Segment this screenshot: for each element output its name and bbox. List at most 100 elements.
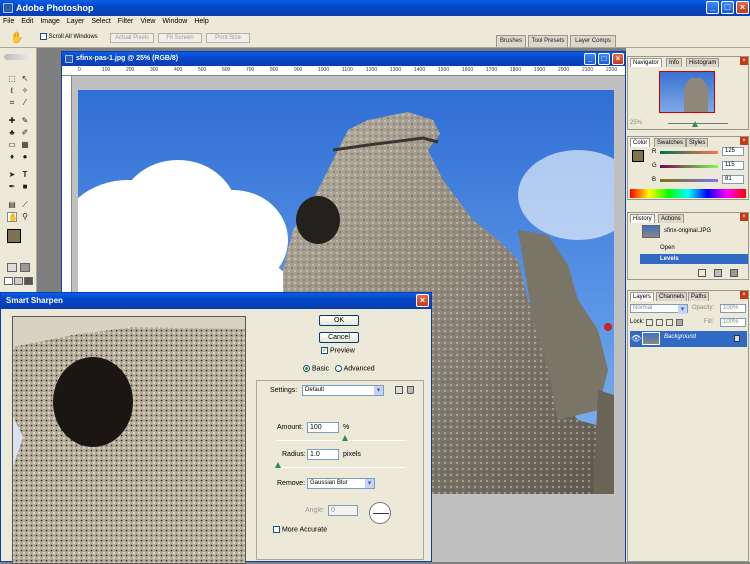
delete-settings-icon[interactable] bbox=[407, 386, 414, 394]
preview-pane[interactable] bbox=[12, 316, 246, 564]
history-item-open[interactable]: Open bbox=[640, 243, 748, 253]
path-selection-tool-icon[interactable]: ➤ bbox=[7, 170, 17, 180]
advanced-radio[interactable]: Advanced bbox=[335, 365, 375, 372]
color-r-field[interactable]: 125 bbox=[722, 147, 744, 156]
menu-view[interactable]: View bbox=[140, 18, 155, 25]
color-b-slider[interactable] bbox=[660, 179, 718, 182]
ok-button[interactable]: OK bbox=[319, 315, 359, 326]
doc-close-button[interactable]: × bbox=[612, 53, 624, 65]
history-snapshot[interactable]: sfinx-original.JPG bbox=[664, 226, 711, 236]
slice-tool-icon[interactable]: ⁄ bbox=[20, 98, 30, 108]
opacity-field[interactable]: 100% bbox=[720, 304, 746, 313]
angle-field[interactable]: 0 bbox=[328, 505, 358, 516]
lock-all-icon[interactable] bbox=[676, 319, 683, 326]
tab-color[interactable]: Color bbox=[630, 138, 651, 147]
tab-navigator[interactable]: Navigator bbox=[630, 58, 662, 67]
menu-help[interactable]: Help bbox=[194, 18, 208, 25]
radius-slider[interactable] bbox=[277, 467, 405, 468]
print-size-button[interactable]: Print Size bbox=[206, 33, 250, 43]
ws-tab-layer-comps[interactable]: Layer Comps bbox=[570, 35, 616, 47]
amount-field[interactable]: 100 bbox=[307, 422, 339, 433]
zoom-tool-icon[interactable]: ⚲ bbox=[20, 212, 30, 222]
screen-mode-standard-icon[interactable] bbox=[4, 277, 13, 285]
tab-channels[interactable]: Channels bbox=[656, 292, 688, 301]
hand-tool-icon[interactable]: ✋ bbox=[7, 212, 18, 222]
maximize-button[interactable]: □ bbox=[721, 1, 734, 14]
navigator-zoom[interactable]: 25% bbox=[630, 120, 642, 126]
dodge-tool-icon[interactable]: ● bbox=[20, 152, 30, 162]
color-g-slider[interactable] bbox=[660, 165, 718, 168]
tab-styles[interactable]: Styles bbox=[686, 138, 709, 147]
lasso-tool-icon[interactable]: ℓ bbox=[7, 86, 17, 96]
menu-layer[interactable]: Layer bbox=[67, 18, 85, 25]
tab-paths[interactable]: Paths bbox=[688, 292, 710, 301]
hand-tool-icon[interactable]: ✋ bbox=[10, 31, 24, 44]
lock-image-icon[interactable] bbox=[656, 319, 663, 326]
type-tool-icon[interactable]: T bbox=[20, 170, 30, 180]
dialog-close-button[interactable]: × bbox=[416, 294, 429, 307]
fit-screen-button[interactable]: Fit Screen bbox=[158, 33, 202, 43]
color-fg-swatch[interactable] bbox=[632, 150, 644, 162]
quick-mask-icon[interactable] bbox=[7, 263, 17, 272]
menu-edit[interactable]: Edit bbox=[21, 18, 33, 25]
actual-pixels-button[interactable]: Actual Pixels bbox=[110, 33, 154, 43]
menu-file[interactable]: File bbox=[3, 18, 14, 25]
eraser-tool-icon[interactable]: ▭ bbox=[7, 140, 17, 150]
quick-mask-on-icon[interactable] bbox=[20, 263, 30, 272]
radius-field[interactable]: 1.0 bbox=[307, 449, 339, 460]
angle-dial[interactable] bbox=[369, 502, 391, 524]
radius-slider-thumb[interactable] bbox=[275, 462, 281, 468]
minimize-button[interactable]: _ bbox=[706, 1, 719, 14]
clone-stamp-tool-icon[interactable]: ♣ bbox=[7, 128, 17, 138]
shape-tool-icon[interactable]: ■ bbox=[20, 182, 30, 192]
brush-tool-icon[interactable]: ✎ bbox=[20, 116, 30, 126]
history-item-levels[interactable]: Levels bbox=[640, 254, 748, 264]
preview-checkbox[interactable]: ✓ Preview bbox=[321, 347, 355, 354]
history-brush-tool-icon[interactable]: ✐ bbox=[20, 128, 30, 138]
navigator-close-icon[interactable]: × bbox=[740, 57, 748, 65]
history-trash-icon[interactable] bbox=[730, 269, 738, 277]
pen-tool-icon[interactable]: ✒ bbox=[7, 182, 17, 192]
blur-tool-icon[interactable]: ♦ bbox=[7, 152, 17, 162]
color-g-field[interactable]: 115 bbox=[722, 161, 744, 170]
fill-field[interactable]: 100% bbox=[720, 318, 746, 327]
lock-position-icon[interactable] bbox=[666, 319, 673, 326]
menu-window[interactable]: Window bbox=[162, 18, 187, 25]
close-button[interactable]: × bbox=[736, 1, 749, 14]
basic-radio[interactable]: Basic bbox=[303, 365, 329, 372]
doc-maximize-button[interactable]: □ bbox=[598, 53, 610, 65]
foreground-color-swatch[interactable] bbox=[7, 229, 21, 243]
blend-mode-select[interactable]: Normal bbox=[630, 304, 688, 314]
doc-minimize-button[interactable]: _ bbox=[584, 53, 596, 65]
navigator-thumbnail[interactable] bbox=[659, 71, 715, 113]
menu-image[interactable]: Image bbox=[40, 18, 59, 25]
color-close-icon[interactable]: × bbox=[740, 137, 748, 145]
amount-slider[interactable] bbox=[277, 440, 405, 441]
navigator-zoom-thumb[interactable] bbox=[692, 121, 698, 127]
tab-layers[interactable]: Layers bbox=[630, 292, 655, 301]
settings-select[interactable]: Default bbox=[302, 385, 384, 396]
history-snapshot-icon[interactable] bbox=[714, 269, 722, 277]
screen-mode-full-icon[interactable] bbox=[24, 277, 33, 285]
color-spectrum-bar[interactable] bbox=[630, 189, 746, 198]
layer-visibility-eye-icon[interactable]: 👁 bbox=[631, 334, 641, 343]
menu-filter[interactable]: Filter bbox=[118, 18, 134, 25]
history-close-icon[interactable]: × bbox=[740, 213, 748, 221]
notes-tool-icon[interactable]: ▤ bbox=[7, 200, 17, 210]
tab-actions[interactable]: Actions bbox=[658, 214, 684, 223]
screen-mode-full-menu-icon[interactable] bbox=[14, 277, 23, 285]
navigator-zoom-slider[interactable] bbox=[668, 123, 728, 124]
tab-swatches[interactable]: Swatches bbox=[654, 138, 687, 147]
remove-select[interactable]: Gaussian Blur bbox=[307, 478, 375, 489]
history-new-doc-icon[interactable] bbox=[698, 269, 706, 277]
healing-brush-tool-icon[interactable]: ✚ bbox=[7, 116, 17, 126]
color-b-field[interactable]: 81 bbox=[722, 175, 744, 184]
marquee-tool-icon[interactable]: ⬚ bbox=[7, 74, 17, 84]
layer-row-background[interactable]: 👁 Background bbox=[630, 331, 747, 347]
lock-transparent-icon[interactable] bbox=[646, 319, 653, 326]
color-r-slider[interactable] bbox=[660, 151, 718, 154]
eyedropper-tool-icon[interactable]: ⟋ bbox=[20, 200, 30, 210]
more-accurate-checkbox[interactable]: More Accurate bbox=[273, 526, 327, 533]
layers-close-icon[interactable]: × bbox=[740, 291, 748, 299]
ws-tab-tool-presets[interactable]: Tool Presets bbox=[528, 35, 568, 47]
